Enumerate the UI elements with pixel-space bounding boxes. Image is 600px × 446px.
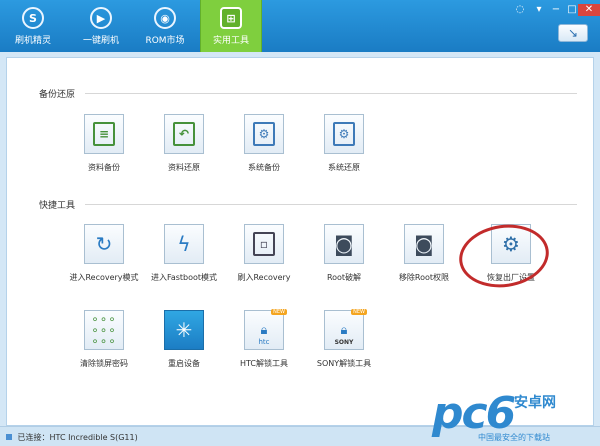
watermark: pc6 安卓网 中国最安全的下载站 [432,386,600,446]
feedback-icon[interactable]: ◌ [512,4,528,16]
tab-label: 一键刷机 [82,36,119,46]
android-remove-icon: ◙ [404,224,444,264]
title-bar: S 刷机精灵 ▶ 一键刷机 ◉ ROM市场 ⊞ 实用工具 ◌ ▾ − □ ✕ ↘ [0,0,600,52]
tile-label: 资料还原 [168,163,200,172]
loading-icon: ✳ [164,310,204,350]
tile-remove-root[interactable]: ◙ 移除Root权限 [379,224,469,283]
tile-root[interactable]: ◙ Root破解 [299,224,389,283]
grid-icon: ⊞ [220,7,242,29]
minimize-icon[interactable]: − [548,4,564,16]
tile-enter-fastboot[interactable]: ϟ 进入Fastboot模式 [139,224,229,283]
tile-label: 进入Recovery模式 [69,273,139,282]
tile-data-restore[interactable]: ↶ 资料还原 [139,114,229,173]
tile-flash-recovery[interactable]: ▫ 刷入Recovery [219,224,309,283]
pattern-lock-icon: ∘∘∘ ∘∘∘ ∘∘∘ [84,310,124,350]
tile-label: HTC解锁工具 [239,359,289,368]
connection-icon [6,434,12,440]
tile-label: 重启设备 [168,359,200,368]
tile-system-backup[interactable]: ⚙ 系统备份 [219,114,309,173]
tile-label: 清除锁屏密码 [80,359,128,368]
tile-enter-recovery[interactable]: ↻ 进入Recovery模式 [59,224,149,283]
return-arrow-icon[interactable]: ↘ [558,24,588,42]
android-icon: ◉ [154,7,176,29]
menu-icon[interactable]: ▾ [531,4,547,16]
tile-clear-lock-password[interactable]: ∘∘∘ ∘∘∘ ∘∘∘ 清除锁屏密码 [59,310,149,369]
watermark-name: 安卓网 [514,395,556,411]
tile-label: 资料备份 [88,163,120,172]
tab-label: 刷机精灵 [14,36,51,46]
system-restore-icon: ⚙ [324,114,364,154]
divider [85,204,577,205]
document-restore-icon: ↶ [164,114,204,154]
tile-data-backup[interactable]: ≡ 资料备份 [59,114,149,173]
tile-htc-unlock[interactable]: 🔒︎ NEW htc HTC解锁工具 [219,309,309,369]
section-title-backup: 备份还原 [39,90,76,100]
tab-label: 实用工具 [212,36,249,46]
tab-rom-market[interactable]: ◉ ROM市场 [134,0,196,52]
tile-label: 系统还原 [328,163,360,172]
divider [85,93,577,94]
tile-label: 移除Root权限 [398,273,450,282]
close-icon[interactable]: ✕ [578,4,600,16]
lightning-icon: ϟ [164,224,204,264]
lock-htc-icon: 🔒︎ NEW htc [244,309,287,350]
tab-one-click-flash[interactable]: ▶ 一键刷机 [70,0,132,52]
tile-sony-unlock[interactable]: 🔒︎ NEW SONY SONY解锁工具 [299,309,389,369]
tab-tools[interactable]: ⊞ 实用工具 [200,0,262,52]
watermark-tagline: 中国最安全的下载站 [478,433,550,442]
new-badge: NEW [271,309,287,315]
tile-label: 进入Fastboot模式 [150,273,218,282]
section-title-tools: 快捷工具 [39,201,76,211]
document-icon: ≡ [84,114,124,154]
connection-status: 已连接：HTC Incredible S(G11) [17,433,138,442]
system-backup-icon: ⚙ [244,114,284,154]
tile-reboot-device[interactable]: ✳ 重启设备 [139,310,229,369]
brand-text: htc [258,338,270,346]
tile-system-restore[interactable]: ⚙ 系统还原 [299,114,389,173]
tile-label: Root破解 [326,273,362,282]
tile-label: SONY解锁工具 [316,359,372,368]
brand-text: SONY [334,339,354,346]
s-logo-icon: S [22,7,44,29]
refresh-icon: ↻ [84,224,124,264]
new-badge: NEW [351,309,367,315]
tab-flash-wizard[interactable]: S 刷机精灵 [2,0,64,52]
android-icon: ◙ [324,224,364,264]
lock-sony-icon: 🔒︎ NEW SONY [324,309,367,350]
tablet-icon: ▫ [244,224,284,264]
tab-label: ROM市场 [145,36,185,46]
play-icon: ▶ [90,7,112,29]
tile-label: 刷入Recovery [237,273,291,282]
tile-label: 系统备份 [248,163,280,172]
